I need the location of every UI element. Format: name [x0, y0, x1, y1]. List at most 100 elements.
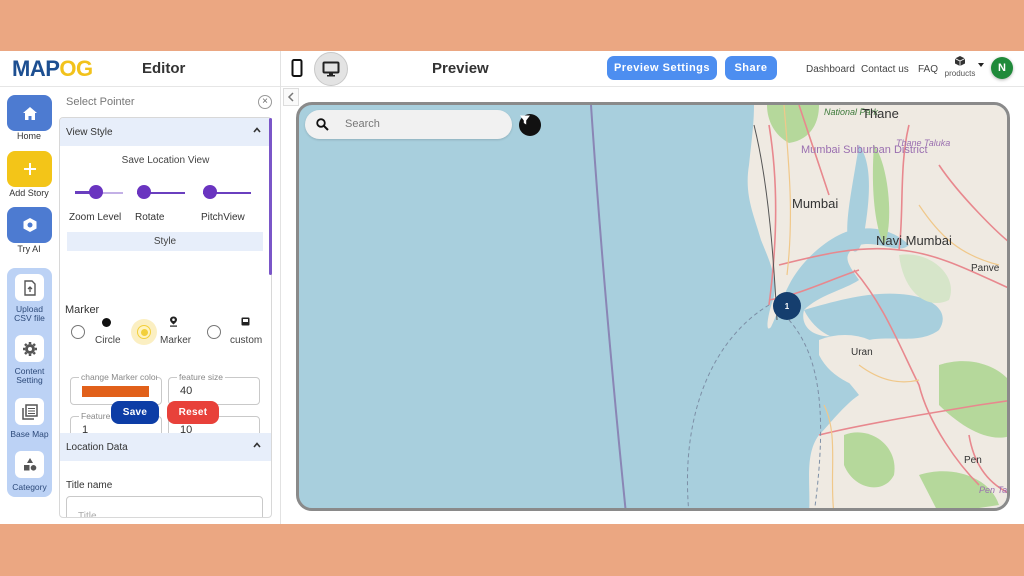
add-story-button[interactable] [7, 151, 52, 187]
base-map-button[interactable] [15, 398, 44, 425]
contact-us-link[interactable]: Contact us [861, 64, 909, 75]
slider-thumb[interactable] [137, 185, 151, 199]
marker-section-title: Marker [65, 304, 100, 316]
map-label-pen-taluka: Pen Ta [979, 485, 1008, 495]
map-pin-icon [170, 316, 177, 327]
search-icon [316, 118, 329, 131]
share-button[interactable]: Share [725, 56, 777, 80]
app-window: MAPOG Editor Preview Preview Settings Sh… [0, 51, 1024, 524]
shapes-icon [23, 457, 36, 471]
home-icon [22, 106, 37, 120]
desktop-icon [322, 61, 340, 77]
chevron-up-icon [253, 442, 261, 448]
products-menu[interactable]: products [943, 55, 977, 78]
filter-icon [520, 115, 530, 125]
marker-color-label: change Marker color [79, 372, 157, 382]
home-button[interactable] [7, 95, 52, 131]
circle-icon [102, 318, 111, 327]
chevron-up-icon [253, 127, 261, 133]
plus-icon [23, 163, 36, 175]
map-search-input[interactable]: Search [305, 110, 512, 139]
marker-option-label: Marker [160, 335, 192, 346]
reset-button[interactable]: Reset [167, 401, 219, 424]
products-label: products [944, 69, 976, 78]
try-ai-button[interactable] [7, 207, 52, 243]
search-placeholder: Search [345, 118, 380, 130]
maritime-boundary [590, 105, 627, 508]
map-tiles [590, 105, 1007, 508]
panel-divider [280, 51, 281, 524]
category-label: Category [12, 482, 47, 492]
dashboard-link[interactable]: Dashboard [806, 64, 855, 75]
try-ai-label: Try AI [17, 244, 41, 254]
custom-image-icon [241, 317, 250, 326]
faq-link[interactable]: FAQ [918, 64, 938, 75]
slider-thumb[interactable] [88, 185, 103, 199]
filter-button[interactable] [519, 114, 541, 136]
collapse-panel-button[interactable] [283, 88, 299, 106]
rotate-slider[interactable] [137, 185, 185, 201]
map-label-mumbai-suburban: Mumbai Suburban District [801, 144, 928, 157]
map-label-navi-mumbai: Navi Mumbai [876, 233, 952, 248]
marker-radio[interactable] [131, 319, 157, 345]
slider-thumb[interactable] [203, 185, 217, 199]
logo-text-og: OG [59, 56, 93, 81]
map-view[interactable]: National Park Thane Thane Taluka Mumbai … [296, 102, 1010, 511]
content-setting-button[interactable] [15, 335, 44, 362]
circle-option-label: Circle [95, 335, 121, 346]
panel-scrollbar[interactable] [269, 118, 272, 275]
map-label-uran: Uran [851, 347, 873, 358]
preview-settings-button[interactable]: Preview Settings [607, 56, 717, 80]
custom-radio[interactable] [207, 325, 221, 339]
custom-option-label: custom [230, 335, 263, 346]
map-label-panvel: Panve [971, 263, 1000, 274]
zoom-level-label: Zoom Level [69, 212, 122, 223]
upload-csv-label: Upload CSV file [14, 304, 45, 323]
title-name-label: Title name [66, 480, 113, 491]
gear-icon [22, 341, 37, 356]
content-setting-label: Content Setting [14, 366, 45, 385]
editor-title: Editor [142, 60, 186, 77]
map-label-mumbai: Mumbai [792, 196, 839, 211]
close-panel-button[interactable]: × [258, 95, 272, 109]
chevron-left-icon [287, 92, 294, 102]
user-avatar[interactable]: N [991, 57, 1013, 79]
panel-title: Select Pointer [66, 96, 135, 108]
ai-cube-icon [23, 218, 36, 232]
phone-icon[interactable] [290, 59, 304, 77]
logo-text-map: MAP [12, 56, 60, 81]
view-style-accordion-header[interactable]: View Style [60, 118, 271, 146]
circle-radio[interactable] [71, 325, 85, 339]
upload-csv-button[interactable] [15, 274, 44, 301]
feature-size-value: 40 [180, 385, 193, 397]
location-data-accordion-header[interactable]: Location Data [60, 433, 271, 461]
rotate-label: Rotate [135, 212, 165, 223]
layers-icon [21, 403, 38, 420]
caret-down-icon[interactable] [978, 63, 984, 67]
desktop-view-button[interactable] [314, 52, 348, 86]
style-section-label: Style [67, 232, 263, 251]
title-input[interactable]: Title [66, 496, 263, 518]
marker-color-swatch[interactable] [82, 386, 149, 397]
upload-file-icon [23, 279, 36, 296]
top-bar: MAPOG Editor Preview Preview Settings Sh… [0, 51, 1024, 87]
save-location-view-button[interactable]: Save Location View [60, 155, 271, 166]
logo[interactable]: MAPOG [12, 56, 93, 82]
home-label: Home [16, 131, 41, 141]
save-button[interactable]: Save [111, 401, 159, 424]
tools-group: Upload CSV file Content Setting Base Map C… [7, 268, 52, 497]
cube-icon [954, 56, 966, 66]
add-story-label: Add Story [9, 188, 49, 198]
pitch-view-label: PitchView [201, 212, 245, 223]
feature-size-label: feature size [177, 372, 225, 382]
title-placeholder: Title [78, 511, 97, 518]
base-map-label: Base Map [10, 429, 49, 439]
location-data-title: Location Data [66, 441, 128, 453]
zoom-level-slider[interactable] [75, 185, 123, 201]
pitch-view-slider[interactable] [203, 185, 251, 201]
preview-title: Preview [432, 60, 489, 77]
marker-cluster[interactable]: 1 [773, 292, 801, 320]
category-button[interactable] [15, 451, 44, 478]
view-style-title: View Style [66, 126, 113, 138]
map-label-thane: Thane [862, 106, 899, 121]
